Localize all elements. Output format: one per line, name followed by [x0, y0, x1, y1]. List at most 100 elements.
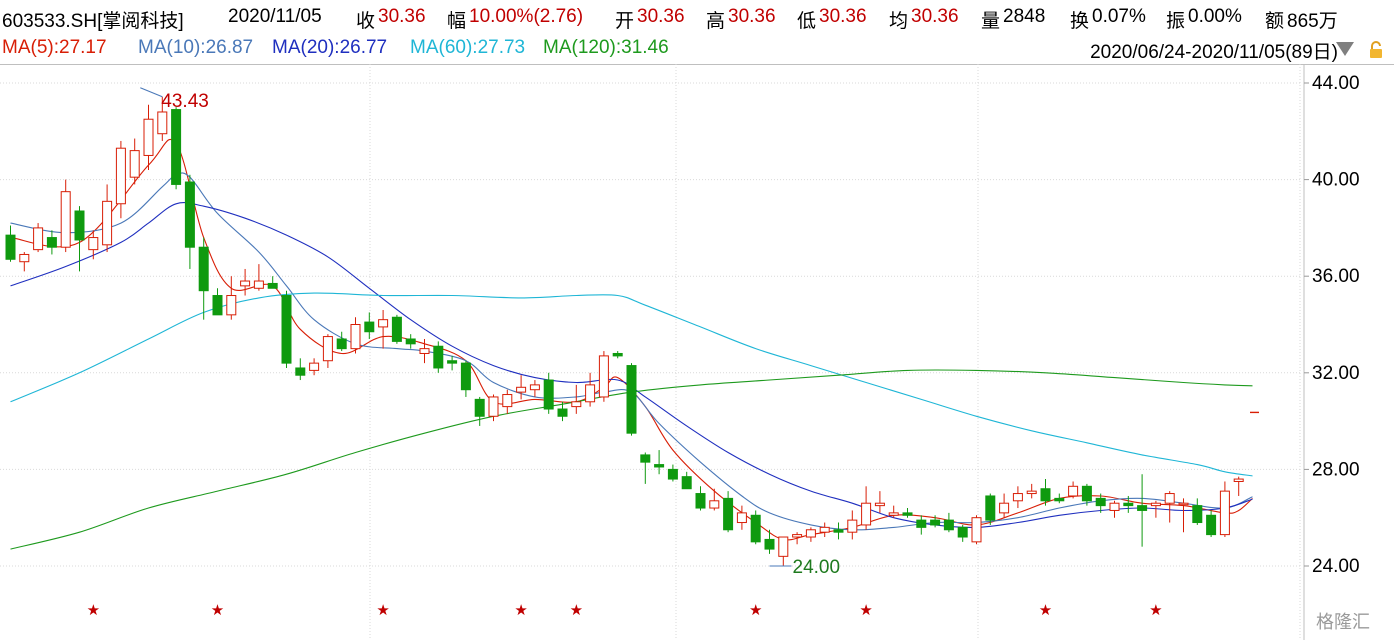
star-marker: ★ — [514, 601, 527, 619]
amount-label: 额 — [1265, 11, 1285, 32]
candle-body — [1192, 505, 1203, 524]
candle-body — [60, 191, 71, 248]
quote-date: 2020/11/05 — [228, 6, 322, 27]
candle — [309, 358, 320, 376]
candle — [709, 488, 720, 511]
candle — [985, 493, 996, 525]
candle-body — [1178, 502, 1189, 506]
amplitude-value: 0.00% — [1188, 6, 1242, 27]
candle — [736, 505, 747, 530]
candle-body — [1040, 488, 1051, 502]
candle-body — [295, 367, 306, 376]
candle — [1012, 486, 1023, 509]
candle-body — [1164, 493, 1175, 504]
candle-body — [1068, 485, 1079, 497]
candle — [364, 312, 375, 339]
candle — [336, 331, 347, 352]
candle-body — [861, 502, 872, 526]
candle-body — [640, 454, 651, 463]
candle-body — [281, 295, 292, 364]
candle-body — [723, 497, 734, 531]
candle-body — [916, 519, 927, 528]
star-marker: ★ — [859, 601, 872, 619]
candle — [792, 532, 803, 545]
candle — [695, 486, 706, 511]
turnover-value: 0.07% — [1092, 6, 1146, 27]
candle-body — [267, 282, 278, 289]
candle — [612, 351, 623, 359]
candle-body — [378, 319, 389, 328]
price-axis: 44.00 40.00 36.00 32.00 28.00 24.00 — [1303, 64, 1360, 640]
turnover-label: 换 — [1070, 11, 1090, 32]
candle-body — [1137, 505, 1148, 511]
candle — [226, 276, 237, 320]
ma120-legend: MA(120):31.46 — [543, 37, 669, 58]
candle — [943, 512, 954, 533]
candle — [33, 223, 44, 253]
ma5-line — [10, 138, 1253, 541]
candle — [681, 471, 692, 490]
candle-body — [874, 502, 885, 507]
candle-body — [930, 519, 941, 526]
candle-body — [654, 464, 665, 468]
date-range[interactable]: 2020/06/24-2020/11/05(89日) — [1090, 37, 1338, 64]
star-marker: ★ — [749, 601, 762, 619]
candle — [1164, 491, 1175, 523]
candle-body — [1233, 478, 1244, 482]
ma10-line — [10, 172, 1253, 531]
candle — [143, 104, 154, 170]
y-tick-label: 24.00 — [1312, 556, 1360, 577]
lock-icon[interactable] — [1366, 40, 1386, 60]
candle-body — [598, 355, 609, 398]
star-marker: ★ — [87, 601, 100, 619]
candle-body — [1109, 502, 1120, 511]
candle — [447, 355, 458, 371]
candle — [585, 372, 596, 407]
candle-body — [543, 379, 554, 410]
candle — [1219, 481, 1230, 538]
candle — [350, 317, 361, 354]
candle — [654, 450, 665, 475]
max-pointer — [140, 87, 163, 98]
candle-body — [943, 519, 954, 531]
candle-body — [709, 500, 720, 509]
candle-body — [585, 384, 596, 403]
candle-body — [460, 362, 471, 391]
candle-body — [833, 529, 844, 533]
candle-body — [1012, 493, 1023, 502]
candle — [5, 225, 16, 262]
candle-body — [847, 519, 858, 533]
candle — [626, 363, 637, 436]
candle — [295, 358, 306, 381]
candle-body — [888, 512, 899, 516]
candle — [667, 464, 678, 482]
candle — [60, 179, 71, 253]
avg-value: 30.36 — [911, 6, 959, 27]
candle — [1233, 476, 1244, 496]
candle — [543, 372, 554, 414]
stock-symbol[interactable]: 603533.SH[掌阅科技] — [2, 6, 184, 33]
candle — [1178, 498, 1189, 533]
watermark: 格隆汇 — [1316, 612, 1370, 632]
range-dropdown-icon[interactable] — [1336, 42, 1354, 56]
star-marker: ★ — [211, 601, 224, 619]
kline-chart[interactable]: ★ ★ ★ ★ ★ ★ ★ ★ ★ 43.43 24.00 44.00 40.00 36.00 … — [0, 64, 1394, 640]
candle — [460, 360, 471, 397]
min-price-label: 24.00 — [793, 557, 841, 578]
candle-body — [667, 468, 678, 480]
ma20-legend: MA(20):26.77 — [272, 37, 388, 58]
candle — [971, 515, 982, 545]
candle-body — [157, 111, 168, 135]
candle — [322, 334, 333, 368]
candle — [1054, 493, 1065, 504]
candle-body — [516, 386, 527, 393]
quote-header: 603533.SH[掌阅科技] 2020/11/05 收 30.36 幅 10.… — [0, 0, 1394, 34]
candle-body — [447, 360, 458, 364]
max-price-label: 43.43 — [161, 91, 209, 112]
candle-body — [1026, 490, 1037, 495]
ma10-legend: MA(10):26.87 — [138, 37, 254, 58]
candle-body — [253, 280, 264, 289]
candle-body — [88, 237, 99, 251]
candle-body — [46, 237, 57, 248]
candle — [861, 486, 872, 530]
